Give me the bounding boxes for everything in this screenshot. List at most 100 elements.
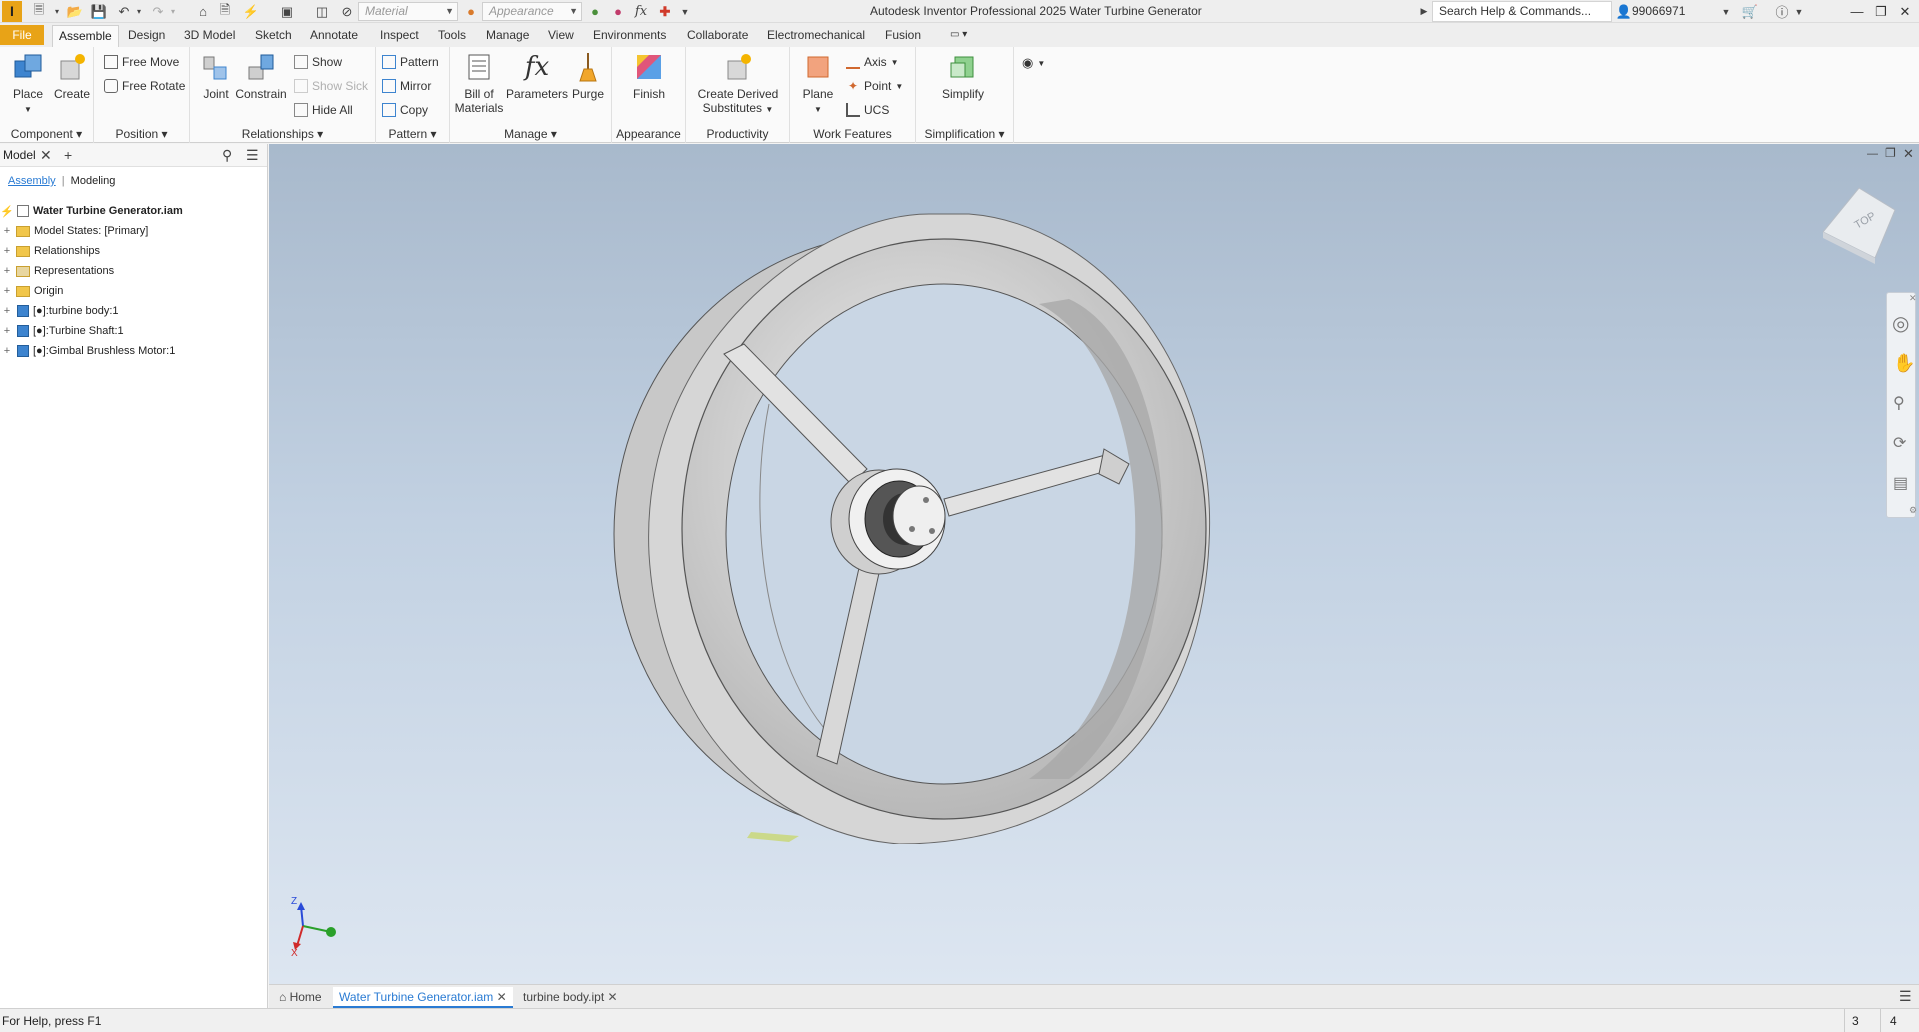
pan-icon[interactable]: ✋ [1893,353,1915,374]
group-title-simplification[interactable]: Simplification ▾ [916,127,1013,141]
restore-icon[interactable]: ❐ [1870,0,1892,23]
expand-icon[interactable]: + [0,345,14,357]
modeling-view-link[interactable]: Modeling [71,175,116,187]
point-button[interactable]: ✦ Point ▼ [846,79,903,93]
close-window-icon[interactable]: ✕ [1894,0,1916,23]
navbar-options-icon[interactable]: ⚙ [1909,505,1917,516]
redo-icon[interactable]: ↷ [148,2,168,21]
bill-of-materials-button[interactable]: Bill of Materials [452,51,506,115]
new-file-icon[interactable]: 🗏 [30,2,48,21]
group-title-pattern[interactable]: Pattern ▾ [376,127,449,141]
help-icon[interactable]: ⓘ [1772,2,1792,21]
parameters-button[interactable]: fx Parameters [506,51,568,101]
show-sick-button[interactable]: Show Sick [294,79,368,93]
tab-file[interactable]: File [0,25,44,45]
update-icon[interactable]: ⚡ [240,2,262,21]
browser-close-icon[interactable]: ✕ [40,147,52,164]
customize-qa-icon[interactable]: ▼ [678,2,692,21]
help-search-input[interactable]: Search Help & Commands... [1432,1,1612,22]
place-button[interactable]: Place ▼ [8,51,48,115]
graphics-viewport[interactable]: — ❐ ✕ TOP ✕ ◎ ✋ ⚲ ⟳ ▤ ⚙ Z X [269,144,1919,984]
tree-item-turbine-body[interactable]: + [●]:turbine body:1 [0,302,119,320]
clear-override-icon[interactable]: ⊘ [338,2,356,21]
undo-icon[interactable]: ↶ [114,2,134,21]
tab-collaborate[interactable]: Collaborate [681,25,754,47]
clear-appearance-icon[interactable]: ● [609,2,627,21]
tree-item-representations[interactable]: + Representations [0,262,114,280]
expand-icon[interactable]: + [0,265,14,277]
ucs-button[interactable]: UCS [846,103,889,117]
pattern-button[interactable]: Pattern [382,55,439,69]
purge-button[interactable]: Purge [568,51,608,101]
browser-tab-model[interactable]: Model [3,148,36,162]
turbine-model[interactable] [599,204,1259,844]
measure-icon[interactable]: ◫ [312,2,332,21]
show-button[interactable]: Show [294,55,342,69]
tab-fusion[interactable]: Fusion [879,25,927,47]
tab-design[interactable]: Design [122,25,171,47]
group-title-relationships[interactable]: Relationships ▾ [190,127,375,141]
group-title-position[interactable]: Position ▾ [94,127,189,141]
doc-tab-turbine-body[interactable]: turbine body.ipt ✕ [517,987,624,1008]
parameters-icon[interactable]: fx [632,2,650,21]
expand-icon[interactable]: + [0,225,14,237]
zoom-icon[interactable]: ⚲ [1893,393,1905,413]
projects-icon[interactable]: 🗎 [216,2,234,21]
home-icon[interactable]: ⌂ [194,2,212,21]
steering-wheel-icon[interactable]: ◎ [1892,311,1909,336]
undo-dropdown-icon[interactable]: ▾ [134,2,144,21]
doc-tab-close-icon[interactable]: ✕ [497,990,507,1004]
look-at-icon[interactable]: ▤ [1893,473,1908,493]
material-dropdown[interactable]: Material ▼ [358,2,458,21]
viewport-close-icon[interactable]: ✕ [1903,146,1914,162]
viewport-minimize-icon[interactable]: — [1867,148,1878,160]
browser-menu-icon[interactable]: ☰ [246,147,259,164]
new-dropdown-icon[interactable]: ▾ [52,2,62,21]
tree-item-gimbal-motor[interactable]: + [●]:Gimbal Brushless Motor:1 [0,342,175,360]
tab-annotate[interactable]: Annotate [304,25,364,47]
browser-search-icon[interactable]: ⚲ [222,147,232,164]
joint-button[interactable]: Joint [196,51,236,101]
minimize-icon[interactable]: — [1846,0,1868,23]
plane-button[interactable]: Plane ▼ [796,51,840,115]
search-expand-icon[interactable]: ▶ [1418,2,1430,21]
adjust-appearance-icon[interactable]: ● [586,2,604,21]
viewcube[interactable]: TOP [1817,184,1901,268]
cart-icon[interactable]: 🛒 [1740,2,1760,21]
tree-item-relationships[interactable]: + Relationships [0,242,100,260]
ribbon-options-icon[interactable]: ◉ ▼ [1022,55,1045,71]
expand-icon[interactable]: + [0,325,14,337]
tree-item-turbine-shaft[interactable]: + [●]:Turbine Shaft:1 [0,322,124,340]
expand-icon[interactable]: + [0,305,14,317]
redo-dropdown-icon[interactable]: ▾ [168,2,178,21]
mirror-button[interactable]: Mirror [382,79,431,93]
browser-add-icon[interactable]: + [64,147,72,163]
tab-electromechanical[interactable]: Electromechanical [761,25,871,47]
constrain-button[interactable]: Constrain [234,51,288,101]
copy-button[interactable]: Copy [382,103,428,117]
free-rotate-button[interactable]: Free Rotate [104,79,185,93]
expand-icon[interactable]: + [0,245,14,257]
doc-tab-assembly[interactable]: Water Turbine Generator.iam ✕ [333,987,513,1008]
doc-tab-home[interactable]: ⌂ Home [273,987,328,1008]
tree-root[interactable]: ⚡ Water Turbine Generator.iam [0,202,183,220]
ilogic-icon[interactable]: ✚ [656,2,674,21]
group-title-component[interactable]: Component ▾ [0,127,93,141]
ribbon-display-icon[interactable]: ▭ ▾ [944,25,973,47]
viewport-restore-icon[interactable]: ❐ [1885,146,1896,160]
tab-assemble[interactable]: Assemble [52,25,119,47]
group-title-manage[interactable]: Manage ▾ [450,127,611,141]
tab-tools[interactable]: Tools [432,25,472,47]
tab-manage[interactable]: Manage [480,25,535,47]
appearance-dropdown[interactable]: Appearance ▼ [482,2,582,21]
finish-button[interactable]: Finish [626,51,672,101]
save-icon[interactable]: 💾 [90,2,108,21]
navbar-close-icon[interactable]: ✕ [1909,293,1917,304]
tab-view[interactable]: View [542,25,580,47]
doc-tab-close-icon[interactable]: ✕ [608,990,618,1004]
axis-button[interactable]: Axis ▼ [846,55,899,69]
tab-inspect[interactable]: Inspect [374,25,425,47]
create-button[interactable]: Create [52,51,92,101]
free-move-button[interactable]: Free Move [104,55,179,69]
assembly-view-link[interactable]: Assembly [8,175,56,187]
